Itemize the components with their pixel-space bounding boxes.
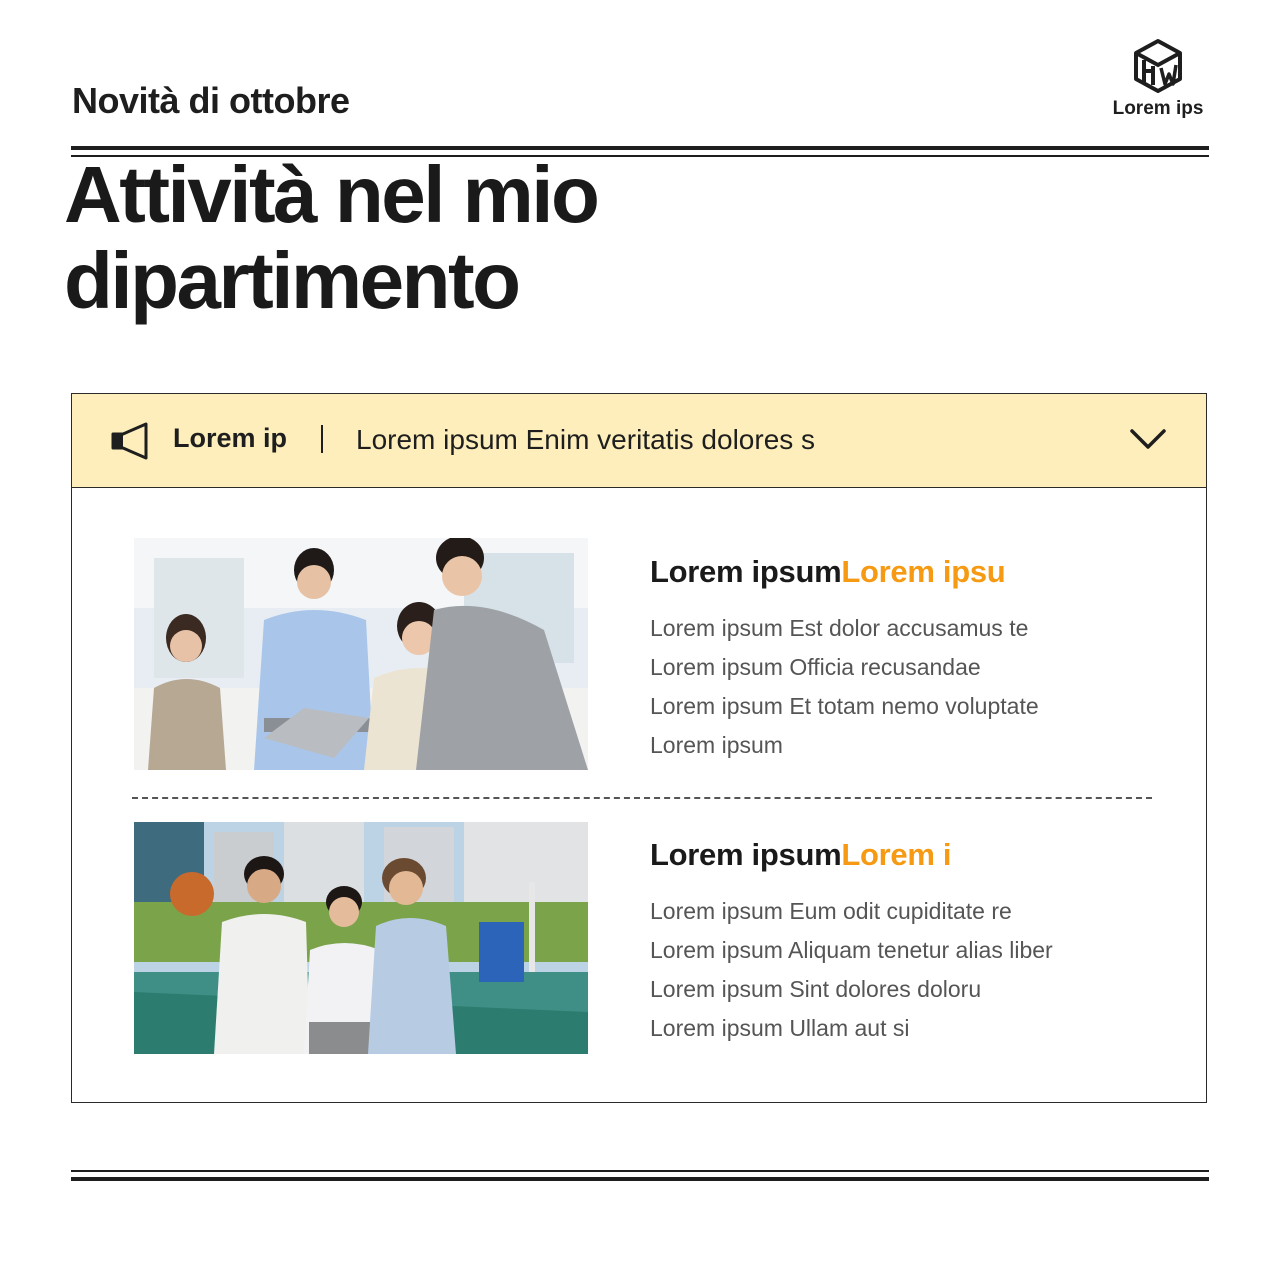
brand-logo[interactable]: Lorem ips	[1104, 38, 1212, 120]
item-line: Lorem ipsum Officia recusandae	[650, 654, 981, 680]
footer-rule-thick	[71, 1177, 1209, 1181]
kicker-title: Novità di ottobre	[72, 80, 350, 121]
headline-line-2: dipartimento	[64, 236, 521, 325]
office-team-photo	[134, 538, 588, 770]
notice-bar[interactable]: Lorem ip Lorem ipsum Enim veritatis dolo…	[72, 394, 1206, 488]
notice-label: Lorem ip	[173, 423, 288, 453]
item-title: Lorem ipsumLorem ipsu	[650, 554, 1006, 590]
item-line: Lorem ipsum Aliquam tenetur alias liber	[650, 937, 1053, 963]
item-title: Lorem ipsumLorem i	[650, 837, 952, 873]
chevron-down-icon[interactable]	[1128, 424, 1168, 454]
item-title-main: Lorem ipsum	[650, 554, 842, 589]
items-divider	[132, 797, 1152, 799]
page-headline: Attività nel mio dipartimento	[64, 152, 964, 324]
logo-text: Lorem ips	[1112, 98, 1204, 119]
item-lines: Lorem ipsum Est dolor accusamus te Lorem…	[650, 609, 1039, 765]
notice-text: Lorem ipsum Enim veritatis dolores s	[356, 424, 816, 455]
basketball-court-photo	[134, 822, 588, 1054]
item-line: Lorem ipsum Est dolor accusamus te	[650, 615, 1029, 641]
hw-cube-logo-icon	[1134, 39, 1182, 93]
notice-separator	[321, 425, 323, 453]
item-line: Lorem ipsum Eum odit cupiditate re	[650, 898, 1012, 924]
footer-rule-thin	[71, 1170, 1209, 1172]
item-title-main: Lorem ipsum	[650, 837, 842, 872]
headline-line-1: Attività nel mio	[64, 150, 600, 239]
item-line: Lorem ipsum Et totam nemo voluptate	[650, 693, 1039, 719]
item-line: Lorem ipsum Ullam aut si	[650, 1015, 910, 1041]
activities-card: Lorem ip Lorem ipsum Enim veritatis dolo…	[71, 393, 1207, 1103]
item-lines: Lorem ipsum Eum odit cupiditate re Lorem…	[650, 892, 1053, 1048]
megaphone-icon	[111, 422, 148, 460]
item-line: Lorem ipsum Sint dolores doloru	[650, 976, 982, 1002]
item-title-highlight: Lorem ipsu	[841, 554, 1006, 589]
item-title-highlight: Lorem i	[841, 837, 952, 872]
item-line: Lorem ipsum	[650, 732, 783, 758]
